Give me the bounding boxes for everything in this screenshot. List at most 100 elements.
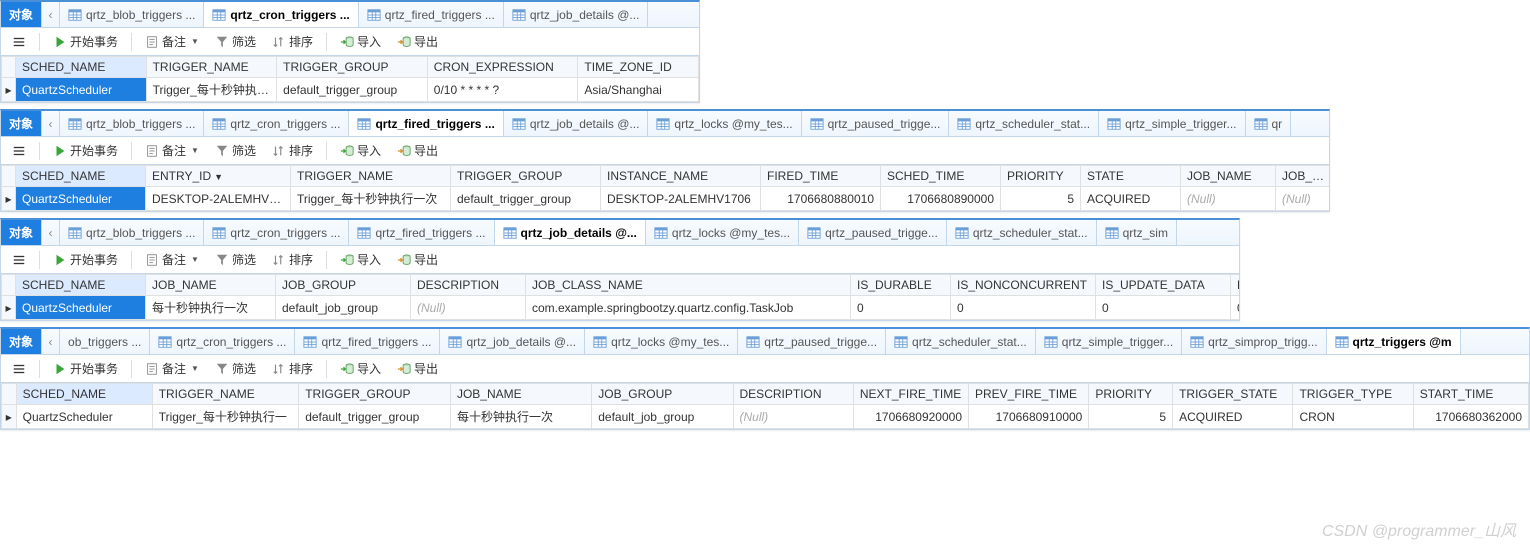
cell[interactable]: ACQUIRED xyxy=(1173,405,1293,429)
cell[interactable]: CRON xyxy=(1293,405,1413,429)
tab-qrtz-triggers-m[interactable]: qrtz_triggers @m xyxy=(1327,329,1461,355)
menu-button[interactable] xyxy=(9,360,29,378)
col-header-TRIGGER_NAME[interactable]: TRIGGER_NAME xyxy=(146,57,277,78)
cell[interactable]: default_job_group xyxy=(592,405,733,429)
tab-qrtz-scheduler-stat-[interactable]: qrtz_scheduler_stat... xyxy=(949,111,1099,137)
col-header-IS_NONCONCURRENT[interactable]: IS_NONCONCURRENT xyxy=(951,275,1096,296)
memo-button[interactable]: 备注▼ xyxy=(142,140,202,161)
tab-qrtz-paused-trigge-[interactable]: qrtz_paused_trigge... xyxy=(802,111,950,137)
cell[interactable]: 1706680920000 xyxy=(853,405,968,429)
col-header-DESCRIPTION[interactable]: DESCRIPTION xyxy=(733,384,853,405)
tab-qr[interactable]: qr xyxy=(1246,111,1292,137)
cell[interactable]: QuartzScheduler xyxy=(16,405,152,429)
filter-button[interactable]: 筛选 xyxy=(212,31,259,52)
memo-button[interactable]: 备注▼ xyxy=(142,31,202,52)
menu-button[interactable] xyxy=(9,142,29,160)
cell[interactable]: default_trigger_group xyxy=(451,187,601,211)
scroll-left-button[interactable]: ‹ xyxy=(42,220,60,246)
cell[interactable]: QuartzScheduler xyxy=(16,78,147,102)
export-button[interactable]: 导出 xyxy=(394,358,441,379)
cell[interactable]: 5 xyxy=(1001,187,1081,211)
cell[interactable]: 0 xyxy=(1231,296,1240,320)
cell[interactable]: default_trigger_group xyxy=(299,405,451,429)
tab-qrtz-blob-triggers-[interactable]: qrtz_blob_triggers ... xyxy=(60,2,204,28)
tab-qrtz-cron-triggers-[interactable]: qrtz_cron_triggers ... xyxy=(204,2,358,28)
grid-scroll[interactable]: SCHED_NAMETRIGGER_NAMETRIGGER_GROUPCRON_… xyxy=(1,56,699,102)
begin-transaction-button[interactable]: 开始事务 xyxy=(50,358,121,379)
tab-qrtz-paused-trigge-[interactable]: qrtz_paused_trigge... xyxy=(738,329,886,355)
cell[interactable]: 每十秒钟执行一次 xyxy=(450,405,591,429)
scroll-left-button[interactable]: ‹ xyxy=(42,2,60,28)
begin-transaction-button[interactable]: 开始事务 xyxy=(50,249,121,270)
col-header-PRIORITY[interactable]: PRIORITY xyxy=(1089,384,1173,405)
cell[interactable]: QuartzScheduler xyxy=(16,187,146,211)
tab-qrtz-cron-triggers-[interactable]: qrtz_cron_triggers ... xyxy=(204,220,349,246)
col-header-PREV_FIRE_TIME[interactable]: PREV_FIRE_TIME xyxy=(969,384,1089,405)
col-header-JOB_CLASS_NAME[interactable]: JOB_CLASS_NAME xyxy=(526,275,851,296)
col-header-SCHED_NAME[interactable]: SCHED_NAME xyxy=(16,166,146,187)
col-header-TIME_ZONE_ID[interactable]: TIME_ZONE_ID xyxy=(578,57,699,78)
export-button[interactable]: 导出 xyxy=(394,31,441,52)
col-header-JOB_GROUP[interactable]: JOB_GROUP xyxy=(276,275,411,296)
tab-qrtz-fired-triggers-[interactable]: qrtz_fired_triggers ... xyxy=(349,220,494,246)
object-tab[interactable]: 对象 xyxy=(1,2,42,28)
cell[interactable]: (Null) xyxy=(1276,187,1330,211)
cell[interactable]: QuartzScheduler xyxy=(16,296,146,320)
import-button[interactable]: 导入 xyxy=(337,249,384,270)
tab-qrtz-fired-triggers-[interactable]: qrtz_fired_triggers ... xyxy=(359,2,504,28)
col-header-SCHED_NAME[interactable]: SCHED_NAME xyxy=(16,57,147,78)
col-header-TRIGGER_STATE[interactable]: TRIGGER_STATE xyxy=(1173,384,1293,405)
filter-button[interactable]: 筛选 xyxy=(212,140,259,161)
col-header-TRIGGER_GROUP[interactable]: TRIGGER_GROUP xyxy=(299,384,451,405)
cell[interactable]: Asia/Shanghai xyxy=(578,78,699,102)
col-header-INSTANCE_NAME[interactable]: INSTANCE_NAME xyxy=(601,166,761,187)
cell[interactable]: (Null) xyxy=(733,405,853,429)
grid-scroll[interactable]: SCHED_NAMEJOB_NAMEJOB_GROUPDESCRIPTIONJO… xyxy=(1,274,1239,320)
col-header-TRIGGER_GROUP[interactable]: TRIGGER_GROUP xyxy=(451,166,601,187)
col-header-JOB_NAME[interactable]: JOB_NAME xyxy=(1181,166,1276,187)
cell[interactable]: default_job_group xyxy=(276,296,411,320)
table-row[interactable]: ▸QuartzSchedulerDESKTOP-2ALEMHV1706Trigg… xyxy=(2,187,1330,211)
col-header-R[interactable]: R xyxy=(1231,275,1240,296)
col-header-JOB_NAME[interactable]: JOB_NAME xyxy=(146,275,276,296)
tab-qrtz-paused-trigge-[interactable]: qrtz_paused_trigge... xyxy=(799,220,947,246)
object-tab[interactable]: 对象 xyxy=(1,329,42,355)
import-button[interactable]: 导入 xyxy=(337,31,384,52)
tab-qrtz-simprop-trigg-[interactable]: qrtz_simprop_trigg... xyxy=(1182,329,1326,355)
cell[interactable]: 0 xyxy=(1096,296,1231,320)
tab-partial[interactable]: ob_triggers ... xyxy=(60,329,150,355)
table-row[interactable]: ▸QuartzScheduler每十秒钟执行一次default_job_grou… xyxy=(2,296,1240,320)
cell[interactable]: 1706680910000 xyxy=(969,405,1089,429)
memo-button[interactable]: 备注▼ xyxy=(142,249,202,270)
tab-qrtz-locks-my-tes-[interactable]: qrtz_locks @my_tes... xyxy=(646,220,799,246)
cell[interactable]: 1706680362000 xyxy=(1413,405,1528,429)
col-header-STATE[interactable]: STATE xyxy=(1081,166,1181,187)
col-header-SCHED_TIME[interactable]: SCHED_TIME xyxy=(881,166,1001,187)
cell[interactable]: 每十秒钟执行一次 xyxy=(146,296,276,320)
tab-qrtz-simple-trigger-[interactable]: qrtz_simple_trigger... xyxy=(1036,329,1182,355)
sort-button[interactable]: 排序 xyxy=(269,358,316,379)
tab-qrtz-blob-triggers-[interactable]: qrtz_blob_triggers ... xyxy=(60,220,204,246)
export-button[interactable]: 导出 xyxy=(394,249,441,270)
col-header-IS_DURABLE[interactable]: IS_DURABLE xyxy=(851,275,951,296)
grid-scroll[interactable]: SCHED_NAMEENTRY_ID▼TRIGGER_NAMETRIGGER_G… xyxy=(1,165,1329,211)
col-header-PRIORITY[interactable]: PRIORITY xyxy=(1001,166,1081,187)
col-header-SCHED_NAME[interactable]: SCHED_NAME xyxy=(16,275,146,296)
scroll-left-button[interactable]: ‹ xyxy=(42,111,60,137)
tab-qrtz-job-details-[interactable]: qrtz_job_details @... xyxy=(504,2,649,28)
tab-qrtz-job-details-[interactable]: qrtz_job_details @... xyxy=(440,329,585,355)
sort-button[interactable]: 排序 xyxy=(269,31,316,52)
cell[interactable]: 1706680890000 xyxy=(881,187,1001,211)
import-button[interactable]: 导入 xyxy=(337,358,384,379)
col-header-CRON_EXPRESSION[interactable]: CRON_EXPRESSION xyxy=(427,57,578,78)
menu-button[interactable] xyxy=(9,33,29,51)
col-header-ENTRY_ID[interactable]: ENTRY_ID▼ xyxy=(146,166,291,187)
tab-qrtz-blob-triggers-[interactable]: qrtz_blob_triggers ... xyxy=(60,111,204,137)
tab-qrtz-fired-triggers-[interactable]: qrtz_fired_triggers ... xyxy=(349,111,503,137)
col-header-TRIGGER_GROUP[interactable]: TRIGGER_GROUP xyxy=(277,57,428,78)
cell[interactable]: 5 xyxy=(1089,405,1173,429)
col-header-JOB_GROUP[interactable]: JOB_GROUP xyxy=(592,384,733,405)
tab-qrtz-scheduler-stat-[interactable]: qrtz_scheduler_stat... xyxy=(947,220,1097,246)
col-header-NEXT_FIRE_TIME[interactable]: NEXT_FIRE_TIME xyxy=(853,384,968,405)
tab-qrtz-cron-triggers-[interactable]: qrtz_cron_triggers ... xyxy=(204,111,349,137)
